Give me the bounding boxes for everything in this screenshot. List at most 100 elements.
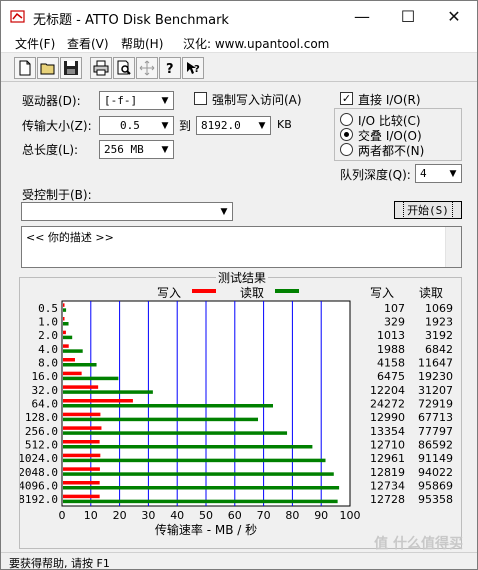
direct-io-checkbox[interactable]: ✓ xyxy=(340,92,353,105)
radio-io-compare[interactable] xyxy=(340,113,353,126)
category-label: 1.0 xyxy=(38,316,58,329)
read-bar xyxy=(63,390,153,394)
new-icon[interactable] xyxy=(14,57,36,79)
radio-overlap-io[interactable] xyxy=(340,128,353,141)
close-button[interactable]: ✕ xyxy=(431,1,477,32)
status-text: 要获得帮助, 请按 F1 xyxy=(9,557,110,570)
write-value: 12204 xyxy=(370,384,405,397)
legend-read-swatch xyxy=(275,289,299,293)
category-label: 32.0 xyxy=(32,384,59,397)
read-bar xyxy=(63,486,340,490)
read-bar xyxy=(63,335,73,340)
write-bar xyxy=(63,494,100,499)
legend-write-label: 写入 xyxy=(157,286,181,300)
total-length-label: 总长度(L): xyxy=(22,143,79,157)
read-value: 1923 xyxy=(425,316,453,329)
category-label: 512.0 xyxy=(25,439,58,452)
write-bar xyxy=(63,481,100,485)
drive-select[interactable]: [-f-] ▼ xyxy=(99,91,174,110)
description-text: << 你的描述 >> xyxy=(26,231,114,244)
write-bar xyxy=(63,412,101,417)
results-chart: 写入 读取 写入 读取 0 10 20 30 40 50 60 70 80 90 100 传输速率 - MB … xyxy=(20,286,453,537)
category-label: 64.0 xyxy=(32,398,59,411)
write-value: 107 xyxy=(384,302,405,315)
read-value: 67713 xyxy=(418,411,453,424)
write-bar xyxy=(63,426,102,430)
drive-label: 驱动器(D): xyxy=(22,94,81,108)
maximize-button[interactable]: ☐ xyxy=(385,1,431,32)
transfer-from-select[interactable]: 0.5 ▼ xyxy=(99,116,174,135)
write-bar xyxy=(63,453,101,458)
total-length-select[interactable]: 256 MB ▼ xyxy=(99,140,174,159)
menu-file[interactable]: 文件(F) xyxy=(15,35,55,52)
category-label: 1024.0 xyxy=(20,452,58,465)
menu-bar: 文件(F) 查看(V) 帮助(H) 汉化: www.upantool.com xyxy=(1,32,477,53)
help-icon[interactable]: ? xyxy=(159,57,181,79)
write-bar xyxy=(63,467,100,471)
queue-depth-select[interactable]: 4 ▼ xyxy=(415,164,462,183)
start-button[interactable]: 开始(S) xyxy=(394,201,462,219)
force-write-label: 强制写入访问(A) xyxy=(212,93,302,107)
read-bar xyxy=(63,472,334,476)
read-bar xyxy=(63,499,338,504)
menu-view[interactable]: 查看(V) xyxy=(67,35,109,52)
write-bar xyxy=(63,358,75,362)
read-bar xyxy=(63,349,83,353)
minimize-button[interactable]: — xyxy=(339,1,385,32)
legend-write-swatch xyxy=(192,289,216,293)
x-tick-label: 10 xyxy=(84,509,98,522)
read-bar xyxy=(63,376,119,381)
description-scrollbar[interactable] xyxy=(445,227,461,267)
save-icon[interactable] xyxy=(60,57,82,79)
x-tick-label: 0 xyxy=(59,509,66,522)
drive-value: [-f-] xyxy=(104,94,138,107)
legend-read-label: 读取 xyxy=(240,286,264,300)
chevron-down-icon: ▼ xyxy=(157,141,173,158)
x-tick-label: 40 xyxy=(170,509,184,522)
menu-translation[interactable]: 汉化: www.upantool.com xyxy=(183,35,329,52)
write-bar xyxy=(63,317,65,321)
write-value: 24272 xyxy=(370,398,405,411)
transfer-to-select[interactable]: 8192.0 ▼ xyxy=(196,116,271,135)
x-tick-label: 90 xyxy=(314,509,328,522)
category-label: 256.0 xyxy=(25,425,58,438)
write-value: 1988 xyxy=(377,343,405,356)
app-icon xyxy=(10,10,25,23)
read-value: 31207 xyxy=(418,384,453,397)
category-label: 4096.0 xyxy=(20,480,58,493)
read-value: 19230 xyxy=(418,370,453,383)
menu-help[interactable]: 帮助(H) xyxy=(121,35,163,52)
toolbar: ? ? xyxy=(1,54,477,82)
col-header-read: 读取 xyxy=(419,286,443,300)
transfer-to-value: 8192.0 xyxy=(201,119,241,132)
move-icon[interactable] xyxy=(136,57,158,79)
print-icon[interactable] xyxy=(90,57,112,79)
category-label: 8.0 xyxy=(38,357,58,370)
read-value: 86592 xyxy=(418,439,453,452)
write-value: 4158 xyxy=(377,357,405,370)
context-help-icon[interactable]: ? xyxy=(182,57,204,79)
results-panel: 测试结果 写入 读取 写入 读取 0 10 20 30 40 50 60 70 80 90 100 传输速率 … xyxy=(19,269,462,549)
write-value: 329 xyxy=(384,316,405,329)
open-icon[interactable] xyxy=(37,57,59,79)
radio-neither[interactable] xyxy=(340,143,353,156)
chevron-down-icon: ▼ xyxy=(216,203,232,220)
queue-depth-value: 4 xyxy=(420,167,427,180)
write-value: 6475 xyxy=(377,370,405,383)
preview-icon[interactable] xyxy=(113,57,135,79)
write-bar xyxy=(63,385,99,389)
force-write-checkbox[interactable] xyxy=(194,92,207,105)
title-bar: 无标题 - ATTO Disk Benchmark — ☐ ✕ xyxy=(1,1,477,32)
category-label: 2.0 xyxy=(38,329,58,342)
controlled-by-select[interactable]: ▼ xyxy=(21,202,233,221)
category-label: 0.5 xyxy=(38,302,58,315)
chevron-down-icon: ▼ xyxy=(254,117,270,134)
window-title: 无标题 - ATTO Disk Benchmark xyxy=(33,13,229,28)
write-value: 12819 xyxy=(370,466,405,479)
status-bar: 要获得帮助, 请按 F1 xyxy=(1,552,477,570)
x-tick-label: 100 xyxy=(340,509,361,522)
write-bar xyxy=(63,399,133,403)
write-bar xyxy=(63,303,65,307)
read-value: 91149 xyxy=(418,452,453,465)
description-field[interactable]: << 你的描述 >> xyxy=(21,226,462,268)
